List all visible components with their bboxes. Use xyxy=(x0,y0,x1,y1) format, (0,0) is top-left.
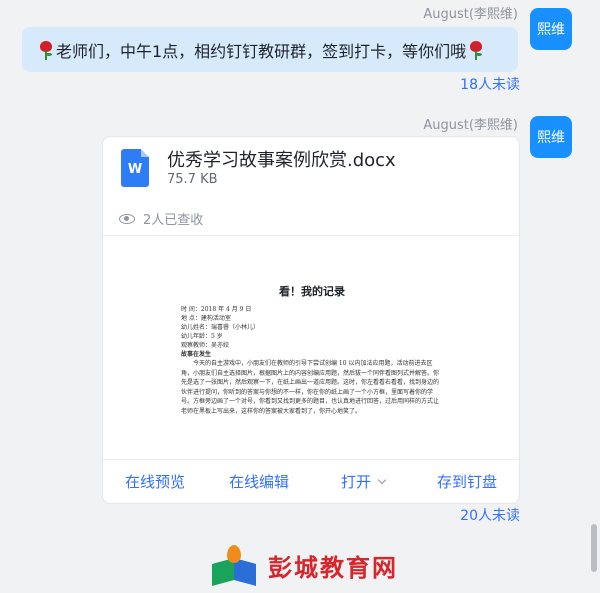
divider xyxy=(103,235,519,236)
doc-line: 幼儿姓名：瑞喜睿（小林儿） xyxy=(181,324,260,331)
message-bubble[interactable]: 老师们，中午1点，相约钉钉教研群，签到打卡，等你们哦 xyxy=(22,27,518,72)
avatar[interactable]: 熙维 xyxy=(530,8,572,50)
watermark-text: 彭城教育网 xyxy=(268,553,398,582)
message-sender: August(李熙维) xyxy=(423,118,518,133)
open-button[interactable]: 打开 xyxy=(311,471,415,492)
message-sender: August(李熙维) xyxy=(423,7,518,22)
doc-heading: 故事在发生 xyxy=(181,351,212,358)
word-file-icon: W xyxy=(121,149,149,187)
chevron-down-icon xyxy=(377,475,387,484)
watermark: 彭城教育网 xyxy=(210,543,398,587)
document-preview[interactable]: 看！我的记录 时 间：2018 年 4 月 9 日 地 点：建构活动室 幼儿姓名… xyxy=(181,245,443,459)
doc-line: 观察教师：吴亦姣 xyxy=(181,342,230,349)
file-actions: 在线预览 在线编辑 打开 存到钉盘 xyxy=(103,461,519,501)
unread-count[interactable]: 20人未读 xyxy=(460,505,520,525)
doc-title: 看！我的记录 xyxy=(279,285,345,298)
edit-online-button[interactable]: 在线编辑 xyxy=(207,471,311,492)
avatar[interactable]: 熙维 xyxy=(530,116,572,158)
save-to-drive-button[interactable]: 存到钉盘 xyxy=(415,471,519,492)
view-count: 2人已查收 xyxy=(143,213,204,228)
doc-line: 地 点：建构活动室 xyxy=(181,315,231,322)
file-name[interactable]: 优秀学习故事案例欣赏.docx xyxy=(167,146,396,172)
scrollbar[interactable] xyxy=(591,524,597,572)
file-size: 75.7 KB xyxy=(167,172,218,187)
preview-online-button[interactable]: 在线预览 xyxy=(103,471,207,492)
rose-icon xyxy=(38,40,54,60)
rose-icon xyxy=(468,40,484,60)
view-status[interactable]: 2人已查收 xyxy=(119,209,203,228)
unread-count[interactable]: 18人未读 xyxy=(460,74,520,94)
divider xyxy=(103,459,519,460)
logo-icon xyxy=(210,543,260,587)
eye-icon xyxy=(119,213,135,224)
message-text: 老师们，中午1点，相约钉钉教研群，签到打卡，等你们哦 xyxy=(56,41,467,61)
file-card[interactable]: W 优秀学习故事案例欣赏.docx 75.7 KB 2人已查收 看！我的记录 时… xyxy=(102,136,520,504)
doc-line: 幼儿年龄：5 岁 xyxy=(181,333,223,340)
doc-line: 时 间：2018 年 4 月 9 日 xyxy=(181,306,252,313)
doc-paragraph: 今天的自主游戏中，小朋友们在教师的引导下尝试创编 10 以内加法应用题，活动前进… xyxy=(181,360,440,415)
